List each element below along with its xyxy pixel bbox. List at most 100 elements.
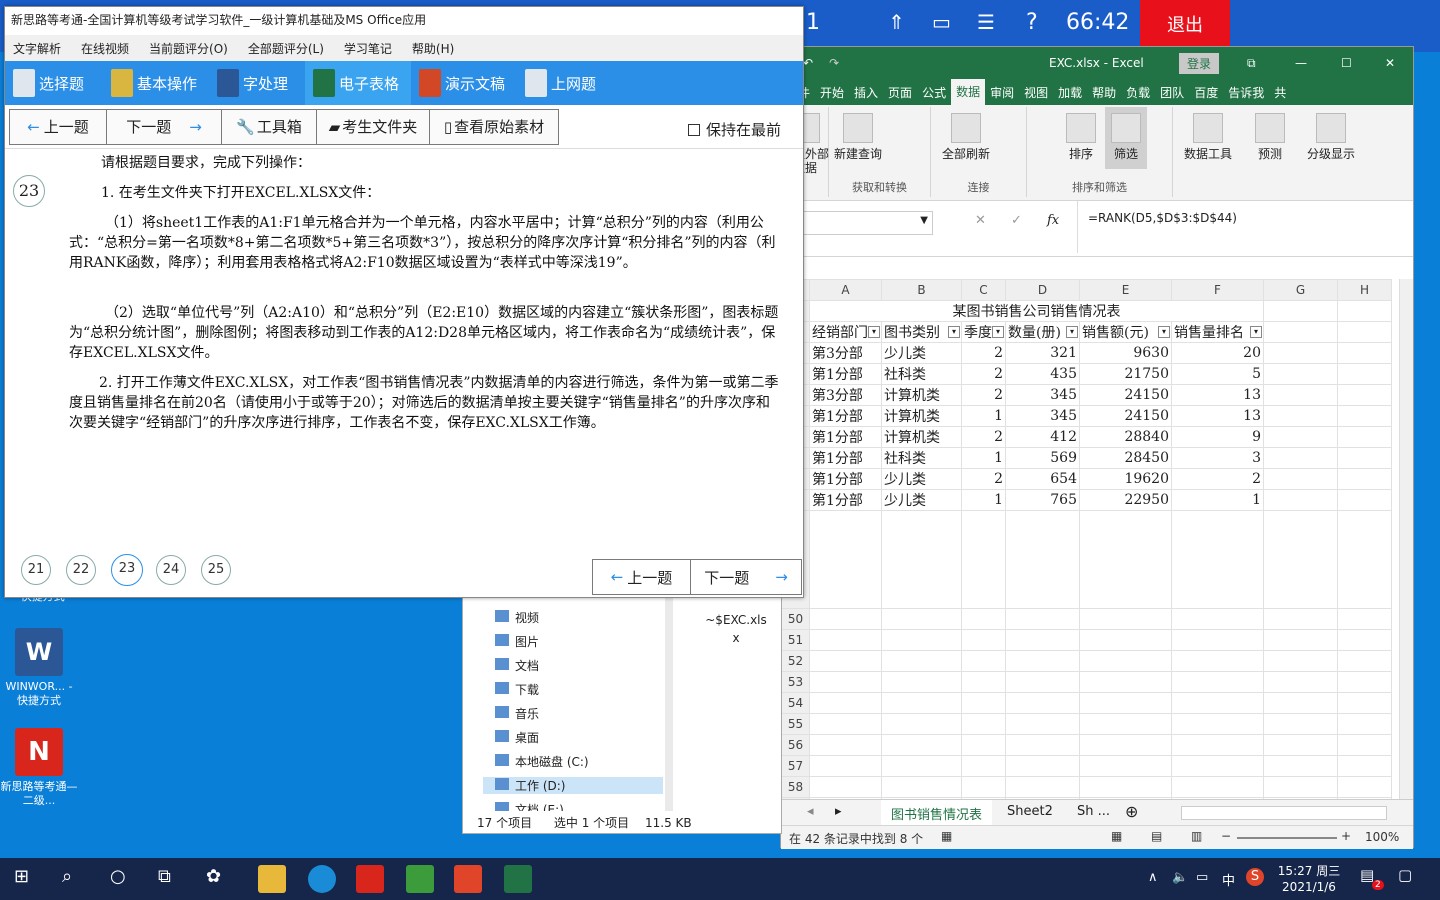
app-red-icon[interactable] (454, 865, 482, 893)
table-cell[interactable]: 1 (961, 447, 1006, 469)
new-query-button[interactable]: 新建查询 (833, 107, 883, 161)
table-cell[interactable]: 第3分部 (809, 342, 882, 364)
prev-question-button[interactable]: ← 上一题 (9, 108, 107, 145)
table-cell[interactable]: 9 (1171, 426, 1264, 448)
sogou-icon[interactable]: S (1246, 868, 1264, 886)
table-cell[interactable]: 2 (961, 468, 1006, 490)
zoom-slider[interactable] (1237, 837, 1337, 839)
search-icon[interactable]: ⌕ (62, 866, 72, 887)
tray-chevron-icon[interactable]: ∧ (1148, 870, 1158, 885)
nav-item[interactable]: 视频 (495, 609, 539, 626)
nav-item[interactable]: 下载 (495, 681, 539, 698)
sheet-tab-3[interactable]: Sh ... (1077, 804, 1110, 819)
column-header[interactable]: G (1263, 279, 1338, 301)
excel-tab-13[interactable]: 告诉我 (1223, 84, 1269, 101)
exam-tab-4[interactable]: 演示文稿 (411, 61, 517, 105)
zoom-out-icon[interactable]: − (1221, 829, 1231, 843)
keep-front-checkbox[interactable] (687, 123, 700, 136)
table-cell[interactable]: 5 (1171, 363, 1264, 385)
add-sheet-icon[interactable]: ⊕ (1125, 802, 1138, 821)
name-box[interactable]: ▼ (783, 211, 933, 235)
student-folder-button[interactable]: ▰ 考生文件夹 (316, 108, 430, 145)
table-cell[interactable]: 1 (961, 405, 1006, 427)
file-item[interactable]: ~$EXC.xlsx (703, 611, 769, 647)
fx-icon[interactable]: fx (1047, 213, 1059, 228)
row-number[interactable]: 53 (781, 671, 810, 693)
cancel-icon[interactable]: ✕ (975, 213, 986, 228)
zoom-in-icon[interactable]: + (1341, 829, 1351, 843)
table-cell[interactable]: 2 (961, 363, 1006, 385)
desktop-xinsilu-shortcut[interactable]: N 新思路等考通—二级... (0, 728, 78, 808)
table-cell[interactable]: 24150 (1079, 384, 1172, 406)
table-cell[interactable]: 第1分部 (809, 489, 882, 511)
excel-taskbar-icon[interactable] (504, 865, 532, 893)
table-cell[interactable]: 3 (1171, 447, 1264, 469)
filter-dropdown-icon[interactable]: ▾ (992, 326, 1004, 338)
excel-tab-5[interactable]: 数据 (951, 79, 986, 105)
page-button-21[interactable]: 21 (21, 555, 51, 585)
page-button-22[interactable]: 22 (66, 555, 96, 585)
tab-scroll-right-icon[interactable]: ▸ (835, 804, 842, 819)
filter-dropdown-icon[interactable]: ▾ (1158, 326, 1170, 338)
column-header[interactable]: F (1171, 279, 1264, 301)
table-cell[interactable]: 345 (1005, 405, 1080, 427)
table-cell[interactable]: 321 (1005, 342, 1080, 364)
view-material-button[interactable]: ▯ 查看原始素材 (429, 108, 559, 145)
forecast-button[interactable]: 预测 (1247, 107, 1293, 161)
table-cell[interactable]: 1 (961, 489, 1006, 511)
app-icon[interactable]: ✿ (206, 866, 221, 887)
table-cell[interactable]: 少儿类 (881, 342, 962, 364)
table-cell[interactable]: 2 (961, 342, 1006, 364)
exam-tab-3[interactable]: 电子表格 (305, 61, 411, 105)
nav-item[interactable]: 工作 (D:) (483, 777, 663, 794)
excel-tab-11[interactable]: 团队 (1155, 84, 1189, 101)
header-cell[interactable]: 销售额(元) ▾ (1079, 321, 1172, 343)
action-center-icon[interactable]: ▢ (1398, 866, 1412, 884)
column-header[interactable]: C (961, 279, 1006, 301)
table-cell[interactable]: 13 (1171, 384, 1264, 406)
exam-tab-1[interactable]: 基本操作 (103, 61, 209, 105)
login-button[interactable]: 登录 (1179, 53, 1220, 74)
page-button-23[interactable]: 23 (111, 554, 143, 586)
column-header[interactable]: E (1079, 279, 1172, 301)
excel-tab-10[interactable]: 负载 (1121, 84, 1155, 101)
nav-item[interactable]: 图片 (495, 633, 539, 650)
row-number[interactable]: 50 (781, 608, 810, 630)
table-cell[interactable]: 第1分部 (809, 447, 882, 469)
exam-tab-2[interactable]: 字处理 (209, 61, 305, 105)
excel-tab-3[interactable]: 页面 (883, 84, 917, 101)
exam-tab-0[interactable]: 选择题 (5, 61, 103, 105)
table-cell[interactable]: 412 (1005, 426, 1080, 448)
table-title-cell[interactable]: 某图书销售公司销售情况表 (809, 300, 1264, 322)
bottom-next-button[interactable]: 下一题 → (691, 560, 801, 594)
toolbox-button[interactable]: 🔧 工具箱 (221, 108, 317, 145)
table-cell[interactable]: 345 (1005, 384, 1080, 406)
table-cell[interactable]: 社科类 (881, 363, 962, 385)
filter-button[interactable]: 筛选 (1105, 107, 1147, 169)
table-cell[interactable]: 435 (1005, 363, 1080, 385)
table-cell[interactable]: 22950 (1079, 489, 1172, 511)
column-header[interactable]: D (1005, 279, 1080, 301)
clock[interactable]: 15:27 周三 2021/1/6 (1276, 863, 1342, 895)
page-layout-icon[interactable]: ▤ (1151, 829, 1162, 843)
column-header[interactable]: H (1337, 279, 1392, 301)
excel-tab-9[interactable]: 帮助 (1087, 84, 1121, 101)
table-cell[interactable]: 21750 (1079, 363, 1172, 385)
table-cell[interactable]: 2 (1171, 468, 1264, 490)
nav-item[interactable]: 本地磁盘 (C:) (495, 753, 589, 770)
ime-indicator[interactable]: 中 (1222, 870, 1235, 889)
header-cell[interactable]: 图书类别 ▾ (881, 321, 962, 343)
exit-button[interactable]: 退出 (1140, 0, 1230, 48)
header-cell[interactable]: 季度 ▾ (961, 321, 1006, 343)
nav-item[interactable]: 桌面 (495, 729, 539, 746)
tab-scroll-left-icon[interactable]: ◂ (807, 804, 814, 819)
table-cell[interactable]: 少儿类 (881, 489, 962, 511)
excel-tab-8[interactable]: 加载 (1053, 84, 1087, 101)
table-cell[interactable]: 计算机类 (881, 384, 962, 406)
data-tools-button[interactable]: 数据工具 (1177, 107, 1239, 161)
excel-tab-2[interactable]: 插入 (849, 84, 883, 101)
table-cell[interactable]: 第3分部 (809, 384, 882, 406)
enter-icon[interactable]: ✓ (1011, 213, 1022, 228)
column-header[interactable]: B (881, 279, 962, 301)
table-cell[interactable]: 少儿类 (881, 468, 962, 490)
